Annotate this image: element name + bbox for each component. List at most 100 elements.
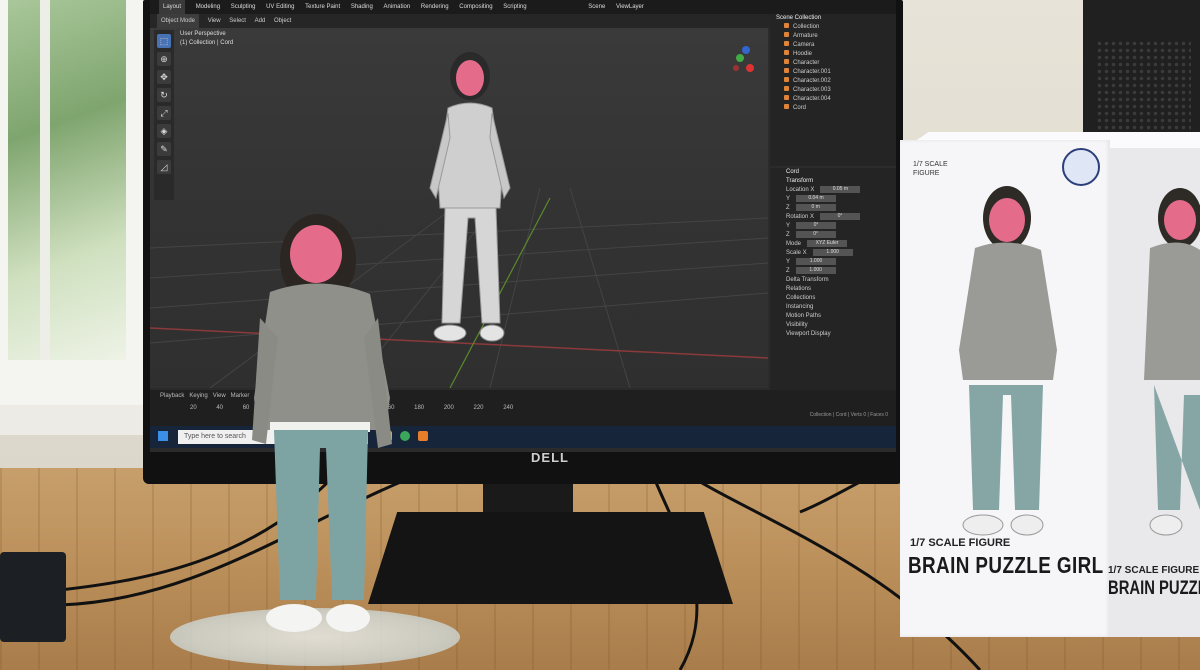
scale-z-field[interactable]: 1.000 [795, 267, 836, 274]
location-x-row: Location X 0.05 m [770, 186, 896, 195]
tab-animation[interactable]: Animation [384, 0, 411, 14]
mesh-icon [784, 50, 789, 55]
tab-shading[interactable]: Shading [351, 0, 373, 14]
tab-modeling[interactable]: Modeling [196, 0, 220, 14]
rotation-y-field[interactable]: 0° [796, 222, 837, 229]
outliner-header: Scene Collection [776, 15, 822, 21]
location-y-field[interactable]: 0.04 m [796, 195, 837, 202]
panel-visibility[interactable]: Visibility [770, 321, 896, 330]
monitor-base [368, 512, 733, 604]
outliner-item[interactable]: Hoodie [770, 50, 896, 59]
outliner-item[interactable]: Character.003 [770, 86, 896, 95]
timeline-frame-label: 40 [216, 405, 243, 411]
armature-icon [784, 32, 789, 37]
tab-scripting[interactable]: Scripting [503, 0, 526, 14]
location-z-field[interactable]: 0 m [795, 204, 836, 211]
panel-motion-paths[interactable]: Motion Paths [770, 312, 896, 321]
menu-select[interactable]: Select [229, 14, 246, 28]
collection-icon [784, 23, 789, 28]
character-model[interactable] [429, 52, 511, 342]
rotation-x-field[interactable]: 0° [820, 213, 861, 220]
outliner-item[interactable]: Armature [770, 32, 896, 41]
timeline-frame-label: 20 [190, 405, 217, 411]
mesh-icon [784, 59, 789, 64]
box-corner-text: 1/7 SCALE FIGURE [913, 161, 948, 177]
tab-rendering[interactable]: Rendering [421, 0, 449, 14]
status-bar-text: Collection | Cord | Verts 0 | Faces 0 [809, 412, 888, 418]
mode-dropdown[interactable]: Object Mode [157, 14, 200, 28]
transform-section-header[interactable]: Transform [770, 177, 896, 186]
scene-selector[interactable]: Scene [588, 0, 605, 14]
select-box-tool-icon[interactable]: ⬚ [157, 34, 171, 48]
timeline-frame-label: 180 [414, 405, 444, 411]
rotation-z-field[interactable]: 0° [795, 231, 836, 238]
box-illustration [959, 186, 1057, 536]
mesh-icon [784, 86, 789, 91]
rotation-mode-dropdown[interactable]: XYZ Euler [807, 240, 848, 247]
outliner-item[interactable]: Character [770, 59, 896, 68]
panel-relations[interactable]: Relations [770, 285, 896, 294]
rotation-z-row: Z 0° [770, 231, 896, 240]
location-x-field[interactable]: 0.05 m [820, 186, 861, 193]
box-side-scale-text: 1/7 SCALE FIGURE [1108, 565, 1200, 576]
outliner-item[interactable]: Collection [770, 23, 896, 32]
annotate-tool-icon[interactable]: ✎ [157, 142, 171, 156]
scale-y-row: Y 1.000 [770, 258, 896, 267]
scale-z-row: Z 1.000 [770, 267, 896, 276]
figure-jeans [274, 430, 368, 600]
menu-add[interactable]: Add [255, 14, 266, 28]
menu-object[interactable]: Object [274, 14, 291, 28]
monitor-brand-logo: DELL [531, 450, 569, 465]
box-side-product-name: BRAIN PUZZLE GIRL [1108, 578, 1200, 599]
workspace-tabs: Layout Modeling Sculpting UV Editing Tex… [150, 0, 896, 14]
mesh-icon [784, 95, 789, 100]
rotation-y-row: Y 0° [770, 222, 896, 231]
navigation-gizmo[interactable] [733, 46, 754, 72]
outliner-item[interactable]: Character.002 [770, 77, 896, 86]
move-tool-icon[interactable]: ✥ [157, 70, 171, 84]
viewport-header: Object Mode View Select Add Object [150, 14, 770, 28]
outliner-item[interactable]: Character.001 [770, 68, 896, 77]
rotate-tool-icon[interactable]: ↻ [157, 88, 171, 102]
tab-sculpting[interactable]: Sculpting [231, 0, 256, 14]
blender-app-icon[interactable] [418, 431, 428, 441]
brain-mask [456, 60, 484, 96]
viewport-info: User Perspective (1) Collection | Cord [180, 30, 233, 48]
box-side-illustration [1144, 188, 1200, 536]
panel-collections[interactable]: Collections [770, 294, 896, 303]
outliner-item[interactable]: Cord [770, 104, 896, 113]
timeline-keying-menu[interactable]: Keying [189, 393, 207, 399]
outliner-item[interactable]: Character.004 [770, 95, 896, 104]
menu-view[interactable]: View [208, 14, 221, 28]
figurine [252, 214, 392, 632]
view-layer-selector[interactable]: ViewLayer [616, 0, 644, 14]
scale-x-field[interactable]: 1.000 [812, 249, 853, 256]
panel-viewport-display[interactable]: Viewport Display [770, 330, 896, 339]
curve-icon [784, 104, 789, 109]
camera-icon [784, 41, 789, 46]
panel-delta-transform[interactable]: Delta Transform [770, 276, 896, 285]
timeline-frame-label: 200 [443, 405, 474, 411]
box-scale-text: 1/7 SCALE FIGURE [910, 537, 1011, 549]
windows-start-icon[interactable] [158, 431, 168, 441]
cursor-tool-icon[interactable]: ⊕ [157, 52, 171, 66]
location-y-row: Y 0.04 m [770, 195, 896, 204]
panel-instancing[interactable]: Instancing [770, 303, 896, 312]
figure-right-shoe [326, 604, 370, 632]
viewport-subtitle: (1) Collection | Cord [180, 40, 234, 46]
measure-tool-icon[interactable]: ◿ [157, 160, 171, 174]
mesh-icon [784, 68, 789, 73]
viewport-title: User Perspective [180, 31, 226, 37]
timeline-view-menu[interactable]: View [213, 393, 226, 399]
location-z-row: Z0 m [770, 204, 896, 213]
transform-tool-icon[interactable]: ◈ [157, 124, 171, 138]
scale-tool-icon[interactable]: ⤢ [157, 106, 171, 120]
tab-texture-paint[interactable]: Texture Paint [305, 0, 340, 14]
outliner-item[interactable]: Camera [770, 41, 896, 50]
timeline-playback-menu[interactable]: Playback [160, 393, 184, 399]
tab-compositing[interactable]: Compositing [459, 0, 492, 14]
tab-layout[interactable]: Layout [159, 0, 186, 14]
box-product-name: BRAIN PUZZLE GIRL [908, 552, 1104, 578]
scale-y-field[interactable]: 1.000 [796, 258, 837, 265]
tab-uv-editing[interactable]: UV Editing [266, 0, 294, 14]
